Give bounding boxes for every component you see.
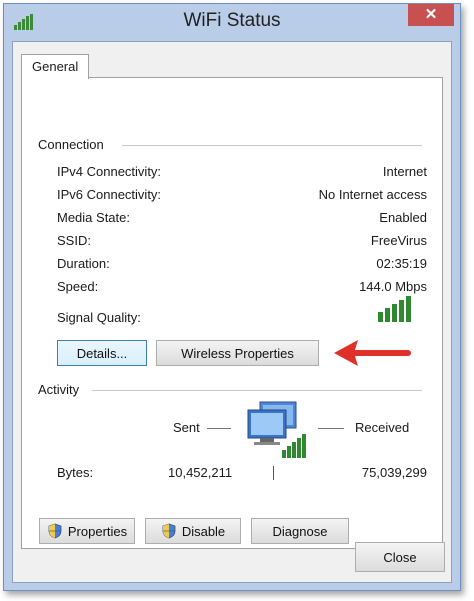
activity-separator — [273, 466, 274, 480]
sent-line — [207, 428, 231, 429]
shield-icon — [162, 523, 176, 539]
connection-divider — [122, 145, 422, 146]
wireless-properties-button[interactable]: Wireless Properties — [156, 340, 319, 366]
details-button[interactable]: Details... — [57, 340, 147, 366]
sent-label: Sent — [173, 420, 200, 435]
ipv4-label: IPv4 Connectivity: — [57, 164, 162, 179]
received-label: Received — [355, 420, 410, 435]
speed-label: Speed: — [57, 279, 99, 294]
signal-strength-icon — [378, 296, 411, 322]
ssid-value: FreeVirus — [370, 233, 427, 248]
connection-heading: Connection — [38, 137, 110, 152]
disable-button[interactable]: Disable — [145, 518, 241, 544]
signal-quality-label: Signal Quality: — [57, 310, 141, 325]
wifi-status-window: WiFi Status ✕ General Connection IPv4 Co… — [3, 3, 461, 591]
received-line — [318, 428, 344, 429]
duration-value: 02:35:19 — [376, 256, 427, 271]
general-tab-panel: Connection IPv4 Connectivity: Internet I… — [21, 77, 443, 549]
activity-divider — [92, 390, 422, 391]
ssid-label: SSID: — [57, 233, 91, 248]
title-bar[interactable]: WiFi Status ✕ — [4, 4, 460, 40]
duration-label: Duration: — [57, 256, 110, 271]
media-state-value: Enabled — [379, 210, 427, 225]
window-title: WiFi Status — [183, 10, 281, 31]
properties-button[interactable]: Properties — [39, 518, 135, 544]
red-arrow-icon — [334, 340, 411, 366]
client-area: General Connection IPv4 Connectivity: In… — [12, 41, 452, 583]
bytes-label: Bytes: — [57, 465, 94, 480]
diagnose-button[interactable]: Diagnose — [251, 518, 349, 544]
ipv6-value: No Internet access — [318, 187, 427, 202]
ipv6-label: IPv6 Connectivity: — [57, 187, 162, 202]
bytes-sent-value: 10,452,211 — [168, 465, 233, 480]
speed-value: 144.0 Mbps — [359, 279, 427, 294]
media-state-label: Media State: — [57, 210, 130, 225]
disable-label: Disable — [181, 523, 226, 539]
ipv4-value: Internet — [382, 164, 427, 179]
bytes-received-value: 75,039,299 — [361, 465, 427, 480]
close-button[interactable]: Close — [355, 542, 445, 572]
activity-heading: Activity — [38, 382, 86, 397]
close-icon: ✕ — [424, 6, 438, 23]
network-computer-icon — [247, 401, 306, 458]
properties-label: Properties — [67, 523, 128, 539]
tab-general[interactable]: General — [21, 54, 90, 79]
window-close-button[interactable]: ✕ — [408, 4, 454, 26]
shield-icon — [48, 523, 62, 539]
